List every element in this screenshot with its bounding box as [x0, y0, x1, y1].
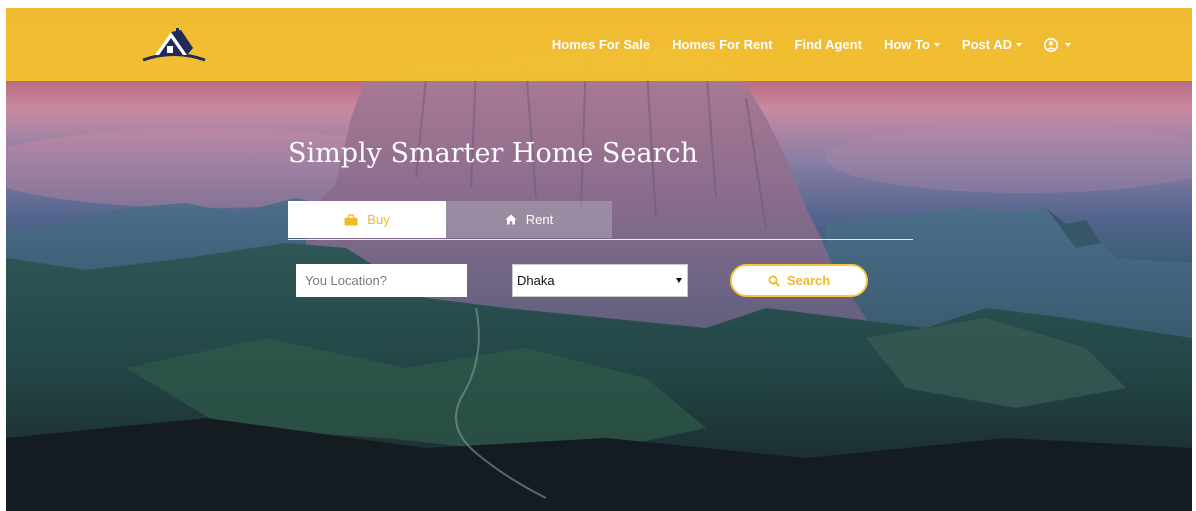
- tab-buy[interactable]: Buy: [288, 201, 446, 238]
- user-circle-icon: [1044, 37, 1058, 52]
- nav-homes-for-rent[interactable]: Homes For Rent: [661, 37, 783, 52]
- tab-buy-label: Buy: [367, 212, 390, 227]
- caret-down-icon: [933, 42, 940, 47]
- user-menu-dropdown[interactable]: [1033, 37, 1082, 52]
- city-select-value: Dhaka: [517, 273, 555, 288]
- tab-rent[interactable]: Rent: [446, 201, 612, 238]
- nav-links: Homes For Sale Homes For Rent Find Agent…: [541, 8, 1082, 81]
- search-icon: [768, 275, 780, 287]
- city-select[interactable]: Dhaka: [512, 264, 688, 297]
- caret-down-icon: [1016, 42, 1022, 47]
- mountain-landscape-image: [6, 48, 1192, 511]
- caret-down-icon: [1065, 42, 1071, 47]
- nav-homes-for-rent-label: Homes For Rent: [672, 37, 773, 52]
- search-button[interactable]: Search: [730, 264, 868, 297]
- location-input[interactable]: [296, 264, 467, 297]
- hero-headline: Simply Smarter Home Search: [288, 138, 698, 169]
- nav-find-agent-label: Find Agent: [794, 37, 862, 52]
- nav-post-ad-label: Post AD: [961, 37, 1012, 52]
- hero-background: [6, 8, 1192, 511]
- house-logo-icon[interactable]: [141, 24, 207, 64]
- home-icon: [505, 214, 517, 225]
- dropdown-arrow-icon: [676, 278, 682, 283]
- nav-how-to-dropdown[interactable]: How To: [873, 37, 951, 52]
- tab-rent-label: Rent: [525, 212, 554, 227]
- nav-how-to-label: How To: [883, 37, 930, 52]
- search-button-label: Search: [786, 273, 831, 288]
- search-tabs: Buy Rent: [288, 201, 913, 240]
- page: Homes For Sale Homes For Rent Find Agent…: [6, 8, 1192, 511]
- shopping-bag-icon: [344, 213, 358, 226]
- nav-post-ad-dropdown[interactable]: Post AD: [951, 37, 1033, 52]
- nav-homes-for-sale[interactable]: Homes For Sale: [541, 37, 661, 52]
- top-navbar: Homes For Sale Homes For Rent Find Agent…: [6, 8, 1192, 81]
- nav-find-agent[interactable]: Find Agent: [784, 37, 873, 52]
- nav-homes-for-sale-label: Homes For Sale: [551, 37, 651, 52]
